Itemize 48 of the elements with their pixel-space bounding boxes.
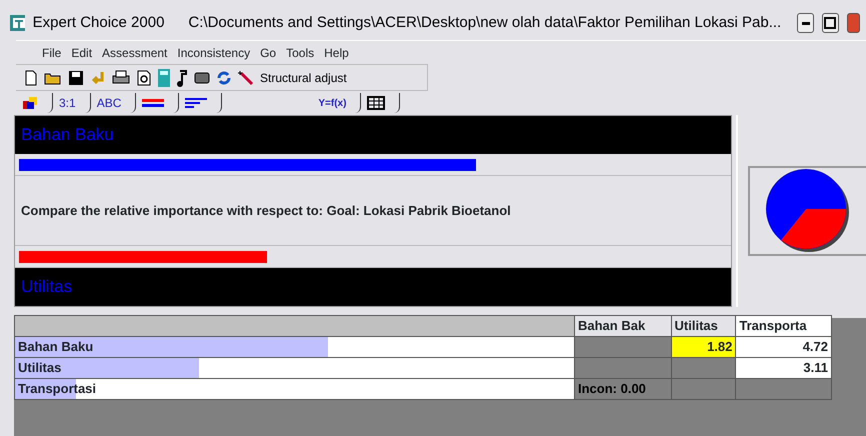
tab[interactable]: Y=f(x): [312, 93, 362, 113]
row-label: Bahan Baku: [17, 339, 94, 354]
element-name: Utilitas: [15, 268, 731, 306]
magic-wand-icon[interactable]: [238, 70, 254, 86]
file-path: C:\Documents and Settings\ACER\Desktop\new olah data\Faktor Pemilihan Lokasi Pab...: [188, 12, 782, 33]
value-cell[interactable]: 3.11: [736, 358, 832, 378]
app-icon: [10, 15, 25, 31]
row-label: Transportasi: [17, 381, 96, 396]
menu-item[interactable]: Edit: [71, 44, 92, 62]
column-header: Bahan Bak: [574, 316, 672, 336]
print-icon[interactable]: [112, 70, 130, 86]
maximize-icon: [824, 17, 836, 29]
window-title: Expert Choice 2000: [32, 12, 164, 33]
element-name: Bahan Baku: [15, 116, 731, 154]
value-cell[interactable]: 1.82: [671, 336, 736, 358]
tab[interactable]: ABC: [90, 93, 136, 113]
menu-item[interactable]: Inconsistency: [177, 44, 250, 62]
close-button[interactable]: [846, 13, 860, 33]
column-header: Utilitas: [671, 316, 736, 336]
minimize-button[interactable]: [797, 13, 814, 33]
question-text: Compare the relative importance with respect to: Goal: Lokasi Pabrik Bioetanol: [15, 176, 731, 246]
menu-item[interactable]: Assessment: [102, 44, 168, 62]
two-bars-icon: [142, 98, 164, 108]
structural-adjust-button[interactable]: Structural adjust: [260, 68, 347, 86]
table-icon: [367, 96, 386, 110]
calculator-icon[interactable]: [158, 68, 170, 86]
minimize-icon: [802, 22, 810, 24]
menu-item[interactable]: Go: [260, 44, 276, 62]
column-header: Transporta: [736, 316, 832, 336]
menu-item[interactable]: File: [42, 44, 62, 62]
sort-lines-icon: [185, 97, 208, 109]
music-note-icon[interactable]: [176, 68, 188, 86]
maximize-button[interactable]: [822, 13, 839, 33]
rounded-rectangle-icon[interactable]: [194, 72, 210, 84]
colored-blocks-icon: [22, 96, 38, 110]
inconsistency-value: Incon: 0.00: [574, 378, 672, 400]
save-icon[interactable]: [68, 70, 84, 86]
refresh-icon[interactable]: [216, 70, 232, 86]
tab[interactable]: 3:1: [53, 93, 91, 113]
row-label-cell[interactable]: Bahan Baku: [14, 336, 574, 358]
menu-item[interactable]: Tools: [286, 44, 314, 62]
row-label-cell[interactable]: Transportasi: [14, 378, 574, 400]
new-file-icon[interactable]: [24, 70, 38, 86]
row-label: Utilitas: [17, 360, 62, 376]
print-preview-icon[interactable]: [136, 70, 152, 86]
value-cell[interactable]: 4.72: [736, 336, 832, 358]
menu-item[interactable]: Help: [324, 44, 349, 62]
row-label-cell[interactable]: Utilitas: [14, 358, 574, 378]
